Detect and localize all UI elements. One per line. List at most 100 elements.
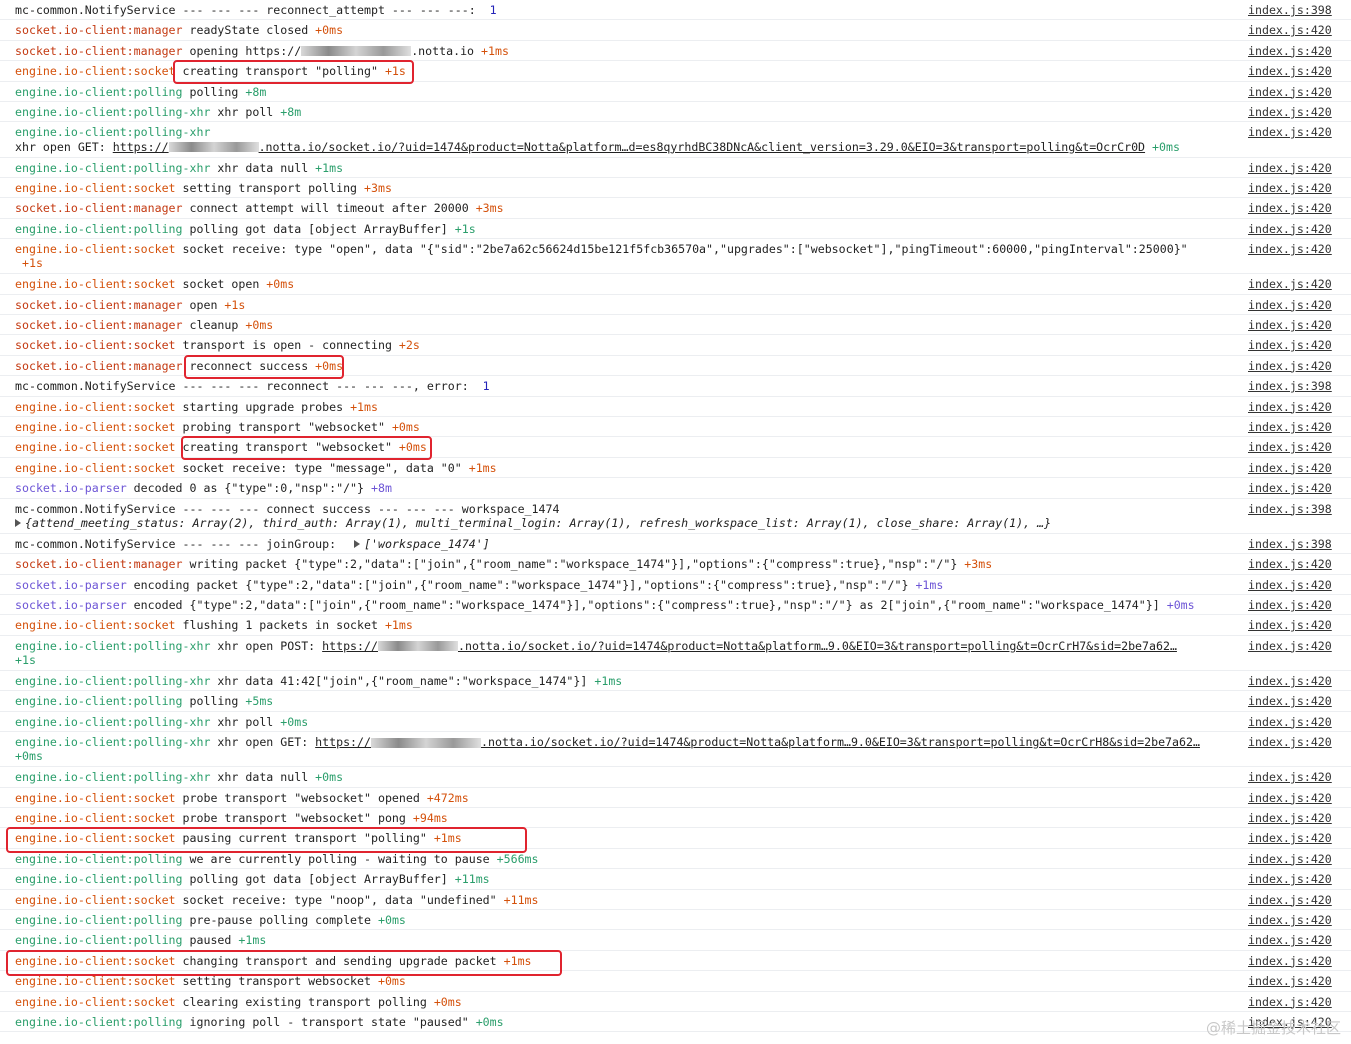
- log-timing: +1ms: [238, 933, 267, 948]
- source-link[interactable]: index.js:420: [1248, 23, 1332, 37]
- log-namespace: engine.io-client:socket: [15, 180, 176, 195]
- array-preview[interactable]: ['workspace_1474']: [364, 537, 490, 551]
- source-link[interactable]: index.js:420: [1248, 222, 1332, 236]
- source-link[interactable]: index.js:420: [1248, 913, 1332, 927]
- request-url-link[interactable]: https:// .notta.io/socket.io/?uid=1474&pr…: [113, 140, 1145, 154]
- console-message-row: engine.io-client:socket socket receive: …: [0, 890, 1351, 910]
- source-link[interactable]: index.js:420: [1248, 598, 1332, 612]
- source-link[interactable]: index.js:420: [1248, 954, 1332, 968]
- source-link[interactable]: index.js:420: [1248, 242, 1332, 256]
- source-link[interactable]: index.js:420: [1248, 105, 1332, 119]
- log-timing: +1s: [224, 297, 246, 312]
- source-link[interactable]: index.js:420: [1248, 400, 1332, 414]
- source-link[interactable]: index.js:420: [1248, 770, 1332, 784]
- source-link[interactable]: index.js:420: [1248, 811, 1332, 825]
- console-message: mc-common.NotifyService --- --- --- reco…: [15, 379, 1240, 393]
- log-number: 1: [489, 3, 497, 17]
- source-link[interactable]: index.js:420: [1248, 420, 1332, 434]
- console-message-row: engine.io-client:polling-xhr xhr open PO…: [0, 636, 1351, 671]
- source-link[interactable]: index.js:420: [1248, 715, 1332, 729]
- source-link[interactable]: index.js:420: [1248, 831, 1332, 845]
- expand-triangle-icon[interactable]: [15, 519, 21, 528]
- log-text: socket open: [175, 277, 267, 292]
- source-link[interactable]: index.js:420: [1248, 694, 1332, 708]
- source-link[interactable]: index.js:420: [1248, 85, 1332, 99]
- request-url-link[interactable]: https:// .notta.io/socket.io/?uid=1474&pr…: [322, 639, 1177, 653]
- console-message-row: socket.io-client:manager connect attempt…: [0, 198, 1351, 219]
- source-link[interactable]: index.js:420: [1248, 44, 1332, 58]
- console-message: mc-common.NotifyService --- --- --- reco…: [15, 3, 1240, 17]
- source-link[interactable]: index.js:420: [1248, 933, 1332, 947]
- log-text-continued: .notta.io: [411, 43, 482, 58]
- source-link[interactable]: index.js:420: [1248, 298, 1332, 312]
- log-namespace: socket.io-client:manager: [15, 557, 183, 572]
- log-timing: +0ms: [315, 770, 344, 785]
- source-link[interactable]: index.js:420: [1248, 995, 1332, 1009]
- source-link[interactable]: index.js:420: [1248, 277, 1332, 291]
- console-message-row: socket.io-parser encoding packet {"type"…: [0, 575, 1351, 595]
- source-link[interactable]: index.js:420: [1248, 440, 1332, 454]
- log-text: xhr poll: [210, 714, 281, 729]
- source-link[interactable]: index.js:420: [1248, 791, 1332, 805]
- source-link[interactable]: index.js:420: [1248, 618, 1332, 632]
- source-link[interactable]: index.js:420: [1248, 852, 1332, 866]
- log-namespace: engine.io-client:socket: [15, 277, 176, 292]
- console-message-row: engine.io-client:polling-xhr xhr data nu…: [0, 158, 1351, 178]
- log-namespace: engine.io-client:polling-xhr: [15, 160, 211, 175]
- log-namespace: engine.io-client:polling: [15, 84, 183, 99]
- source-link[interactable]: index.js:420: [1248, 735, 1332, 749]
- url-path: .notta.io/socket.io/?uid=1474&product=No…: [457, 638, 1177, 653]
- console-message: socket.io-client:manager connect attempt…: [15, 201, 1240, 215]
- source-link[interactable]: index.js:398: [1248, 379, 1332, 393]
- source-link[interactable]: index.js:420: [1248, 161, 1332, 175]
- log-namespace: socket.io-client:manager: [15, 201, 183, 216]
- source-link[interactable]: index.js:420: [1248, 125, 1332, 139]
- source-link[interactable]: index.js:420: [1248, 481, 1332, 495]
- source-link[interactable]: index.js:420: [1248, 557, 1332, 571]
- log-namespace: engine.io-client:polling-xhr: [15, 638, 211, 653]
- source-link[interactable]: index.js:420: [1248, 338, 1332, 352]
- log-text: changing transport and sending upgrade p…: [175, 953, 504, 968]
- log-text: xhr data 41:42["join",{"room_name":"work…: [210, 673, 595, 688]
- log-text: reconnect success: [182, 358, 316, 373]
- source-link[interactable]: index.js:420: [1248, 674, 1332, 688]
- request-url-link[interactable]: https:// .notta.io/socket.io/?uid=1474&pr…: [315, 735, 1200, 749]
- source-link[interactable]: index.js:420: [1248, 181, 1332, 195]
- log-timing: +8m: [280, 104, 302, 119]
- source-link[interactable]: index.js:398: [1248, 3, 1332, 17]
- log-timing: +3ms: [964, 557, 993, 572]
- source-link[interactable]: index.js:420: [1248, 639, 1332, 653]
- console-message: engine.io-client:polling-xhr xhr open PO…: [15, 639, 1240, 668]
- log-namespace: engine.io-client:socket: [15, 994, 176, 1009]
- object-preview[interactable]: {attend_meeting_status: Array(2), third_…: [25, 516, 1051, 530]
- console-message: socket.io-parser encoding packet {"type"…: [15, 578, 1240, 592]
- source-link[interactable]: index.js:420: [1248, 461, 1332, 475]
- log-namespace: engine.io-client:socket: [15, 440, 176, 455]
- console-message-row: engine.io-client:polling polling +5ms ind…: [0, 691, 1351, 712]
- console-message: socket.io-client:socket transport is ope…: [15, 338, 1240, 352]
- log-namespace: engine.io-client:socket: [15, 831, 176, 846]
- log-text: writing packet {"type":2,"data":["join",…: [182, 557, 965, 572]
- console-message: socket.io-client:manager writing packet …: [15, 557, 1240, 571]
- console-message-row: engine.io-client:socket socket receive: …: [0, 239, 1351, 275]
- source-link[interactable]: index.js:398: [1248, 502, 1332, 516]
- source-link[interactable]: index.js:420: [1248, 64, 1332, 78]
- expand-triangle-icon[interactable]: [354, 540, 361, 549]
- console-message: engine.io-client:socket setting transpor…: [15, 181, 1240, 195]
- source-link[interactable]: index.js:420: [1248, 974, 1332, 988]
- log-namespace: engine.io-client:socket: [15, 618, 176, 633]
- source-link[interactable]: index.js:420: [1248, 893, 1332, 907]
- source-link[interactable]: index.js:420: [1248, 201, 1332, 215]
- log-text: readyState closed: [182, 23, 316, 38]
- source-link[interactable]: index.js:420: [1248, 359, 1332, 373]
- console-message: engine.io-client:polling ignoring poll -…: [15, 1015, 1240, 1029]
- log-namespace: engine.io-client:socket: [15, 64, 176, 79]
- watermark: @稀土掘金技术社区: [1205, 1019, 1341, 1037]
- source-link[interactable]: index.js:398: [1248, 537, 1332, 551]
- log-namespace: socket.io-parser: [15, 577, 127, 592]
- log-namespace: socket.io-client:manager: [15, 297, 183, 312]
- source-link[interactable]: index.js:420: [1248, 318, 1332, 332]
- log-timing: +1s: [384, 64, 406, 79]
- source-link[interactable]: index.js:420: [1248, 578, 1332, 592]
- source-link[interactable]: index.js:420: [1248, 872, 1332, 886]
